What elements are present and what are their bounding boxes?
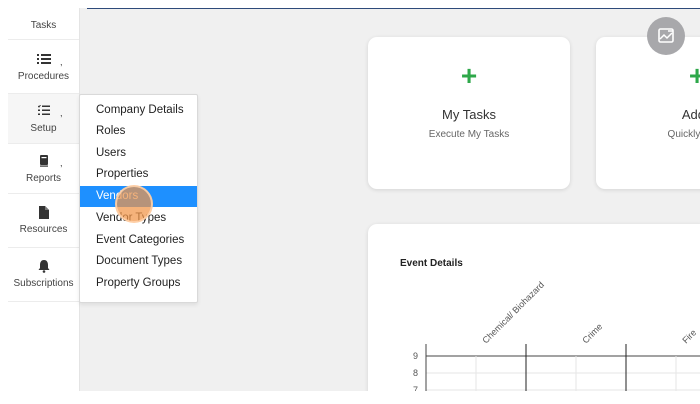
- sidebar-item-label: Resources: [19, 224, 68, 235]
- y-tick-label: 7: [413, 385, 418, 391]
- sidebar-item-tasks[interactable]: Tasks: [8, 8, 79, 40]
- bell-icon: [8, 260, 79, 274]
- sidebar: Tasks , Procedures , Setup , Reports Res…: [8, 8, 80, 391]
- sidebar-item-label: Procedures: [17, 71, 70, 82]
- y-tick-label: 9: [413, 351, 418, 361]
- x-tick-label: Crime: [580, 321, 604, 345]
- top-border: [87, 8, 700, 9]
- app-frame: Tasks , Procedures , Setup , Reports Res…: [8, 8, 700, 391]
- checklist-icon: [8, 104, 79, 119]
- setup-dropdown-menu: Company Details Roles Users Properties V…: [79, 94, 198, 303]
- sidebar-item-label: Subscriptions: [13, 278, 74, 289]
- plus-icon: +: [688, 60, 700, 91]
- menu-item-company-details[interactable]: Company Details: [80, 100, 197, 121]
- x-tick-label: Fire: [680, 327, 698, 345]
- sidebar-item-resources[interactable]: Resources: [8, 194, 79, 248]
- y-tick-label: 8: [413, 368, 418, 378]
- menu-item-event-categories[interactable]: Event Categories: [80, 230, 197, 251]
- sidebar-item-setup[interactable]: , Setup: [8, 94, 79, 144]
- menu-item-property-groups[interactable]: Property Groups: [80, 273, 197, 294]
- event-details-panel: Event Details 9 8 7 Chemical/ Biohazard Crim…: [368, 224, 700, 391]
- book-icon: [8, 155, 79, 169]
- card-subtitle: Quickly repor: [667, 129, 700, 140]
- menu-item-vendors[interactable]: Vendors: [80, 186, 197, 207]
- menu-item-document-types[interactable]: Document Types: [80, 251, 197, 272]
- sidebar-item-reports[interactable]: , Reports: [8, 144, 79, 194]
- menu-item-roles[interactable]: Roles: [80, 121, 197, 142]
- sidebar-item-procedures[interactable]: , Procedures: [8, 40, 79, 94]
- caret-icon: ,: [60, 158, 63, 168]
- chart-image-icon: [658, 28, 674, 43]
- menu-item-properties[interactable]: Properties: [80, 164, 197, 185]
- sidebar-item-label: Reports: [25, 173, 61, 184]
- event-details-chart: 9 8 7 Chemical/ Biohazard Crime Fire: [413, 280, 700, 391]
- menu-item-vendor-types[interactable]: Vendor Types: [80, 208, 197, 229]
- card-title: My Tasks: [442, 107, 496, 122]
- add-card[interactable]: + Add I Quickly repor: [596, 37, 700, 189]
- sidebar-item-label: Tasks: [30, 20, 57, 31]
- card-title: Add I: [681, 107, 700, 122]
- file-icon: [8, 206, 79, 220]
- caret-icon: ,: [60, 108, 63, 118]
- plus-icon: +: [460, 60, 478, 91]
- x-tick-label: Chemical/ Biohazard: [480, 280, 546, 346]
- list-icon: [8, 53, 79, 67]
- chart-toggle-button[interactable]: [647, 17, 685, 55]
- menu-item-users[interactable]: Users: [80, 143, 197, 164]
- sidebar-item-label: Setup: [30, 123, 57, 134]
- caret-icon: ,: [60, 57, 63, 67]
- sidebar-item-subscriptions[interactable]: Subscriptions: [8, 248, 79, 302]
- card-subtitle: Execute My Tasks: [428, 129, 510, 140]
- my-tasks-card[interactable]: + My Tasks Execute My Tasks: [368, 37, 570, 189]
- tasks-icon: [8, 8, 79, 16]
